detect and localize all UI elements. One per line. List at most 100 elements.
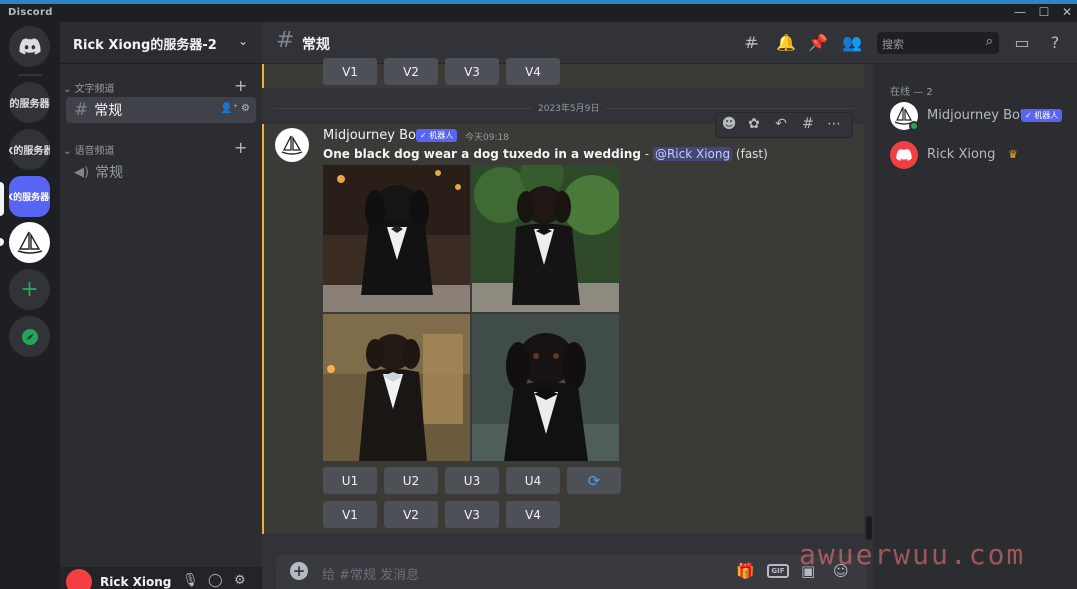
chat-main: # 常规 #̶ 🔔 📌 👥 搜索 ⌕ ▭ ? V1 V2 V3 V4 2023年… <box>262 22 1077 589</box>
avatar[interactable] <box>275 128 309 162</box>
app-brand: Discord <box>8 7 53 18</box>
online-status-dot <box>909 121 919 131</box>
server-icon-active[interactable]: X的服务器- <box>9 176 50 217</box>
search-icon: ⌕ <box>985 34 993 49</box>
gift-icon[interactable]: 🎁 <box>736 562 755 580</box>
settings-gear-icon[interactable]: ⚙ <box>234 573 246 588</box>
search-placeholder: 搜索 <box>882 38 904 51</box>
server-rail: 的服务器 X的服务器 X的服务器- + <box>0 22 60 589</box>
add-reaction-icon[interactable]: ☻ <box>719 116 739 132</box>
image-grid[interactable] <box>323 165 619 461</box>
crown-icon: ♛ <box>1008 148 1018 161</box>
channel-item-voice[interactable]: ◀) 常规 <box>66 159 256 185</box>
user-name: Rick Xiong <box>100 575 172 589</box>
variation-button[interactable]: V4 <box>506 58 560 85</box>
server-icon-1[interactable]: 的服务器 <box>9 82 50 123</box>
variation-button[interactable]: V2 <box>384 501 438 528</box>
minimize-button[interactable]: — <box>1012 5 1028 19</box>
category-label: 文字频道 <box>74 84 115 95</box>
generated-image-1[interactable] <box>323 165 470 312</box>
maximize-button[interactable]: ☐ <box>1036 5 1052 19</box>
notification-bell-icon[interactable]: 🔔 <box>776 33 796 52</box>
channel-label: 常规 <box>95 165 124 181</box>
message-composer[interactable]: + 给 #常规 发消息 🎁 GIF ▣ ☺ <box>276 554 866 589</box>
avatar[interactable] <box>66 569 92 589</box>
variation-button[interactable]: V3 <box>445 501 499 528</box>
online-heading: 在线 — 2 <box>890 87 933 98</box>
more-options-icon[interactable]: ⋯ <box>824 116 844 132</box>
message-author[interactable]: Midjourney Bot <box>323 128 421 143</box>
variation-button[interactable]: V1 <box>323 501 377 528</box>
unread-server-pill <box>0 238 4 246</box>
create-channel-icon[interactable]: + <box>234 138 247 157</box>
variation-button[interactable]: V2 <box>384 58 438 85</box>
category-voice-channels[interactable]: ⌄ 语音频道 + <box>63 138 247 157</box>
user-panel: Rick Xiong 🎙 ◯ ⚙ <box>60 567 262 589</box>
discord-home-icon[interactable] <box>9 26 50 67</box>
add-server-icon[interactable]: + <box>9 269 50 310</box>
server-icon-2[interactable]: X的服务器 <box>9 129 50 170</box>
search-input[interactable]: 搜索 ⌕ <box>877 32 999 54</box>
microphone-icon[interactable]: 🎙 <box>182 573 199 588</box>
pin-icon[interactable]: 📌 <box>808 33 828 52</box>
message-timestamp: 今天09:18 <box>465 133 509 143</box>
attach-plus-icon[interactable]: + <box>290 562 308 580</box>
category-chevron-icon: ⌄ <box>63 84 75 95</box>
help-icon[interactable]: ? <box>1045 33 1065 52</box>
hash-icon: # <box>276 28 295 53</box>
upscale-button[interactable]: U1 <box>323 467 377 494</box>
title-bar: Discord — ☐ ✕ <box>0 4 1077 22</box>
upscale-button[interactable]: U3 <box>445 467 499 494</box>
create-thread-icon[interactable]: # <box>798 116 818 132</box>
watermark: awuerwuu.com <box>799 538 1026 571</box>
compass-explore-icon[interactable] <box>9 316 50 357</box>
midjourney-sailboat-icon[interactable] <box>9 222 50 263</box>
category-label: 语音频道 <box>74 146 115 157</box>
channel-label: 常规 <box>94 103 123 119</box>
message-content: One black dog wear a dog tuxedo in a wed… <box>323 147 768 161</box>
variation-button[interactable]: V4 <box>506 501 560 528</box>
chevron-down-icon[interactable]: ⌄ <box>238 34 248 48</box>
channel-sidebar: Rick Xiong的服务器-2 ⌄ ⌄ 文字频道 + # 常规 👤⁺ ⚙ ⌄ … <box>60 22 262 589</box>
generated-image-2[interactable] <box>472 165 619 312</box>
generation-mode: (fast) <box>732 147 768 161</box>
threads-icon[interactable]: #̶ <box>741 33 761 52</box>
reroll-button[interactable]: ⟳ <box>567 467 621 494</box>
hash-icon: # <box>74 100 89 120</box>
generated-image-4[interactable] <box>472 314 619 461</box>
prompt-separator: - <box>640 147 653 161</box>
member-name: Rick Xiong <box>927 147 996 162</box>
headset-icon[interactable]: ◯ <box>208 573 223 588</box>
variation-button[interactable]: V1 <box>323 58 377 85</box>
guild-header[interactable]: Rick Xiong的服务器-2 ⌄ <box>60 22 262 64</box>
previous-message-highlight: V1 V2 V3 V4 <box>262 58 864 88</box>
date-divider: 2023年5月9日 <box>274 101 854 114</box>
discord-app: Discord — ☐ ✕ 的服务器 X的服务器 X的服务器- + Rick X… <box>0 0 1077 589</box>
avatar <box>890 141 918 169</box>
member-name: Midjourney Bot <box>927 108 1026 123</box>
chat-scrollbar[interactable] <box>866 516 872 540</box>
generated-image-3[interactable] <box>323 314 470 461</box>
message-input[interactable]: 给 #常规 发消息 <box>322 564 419 583</box>
member-list: 在线 — 2 Midjourney Bot ✓ 机器人 Rick Xiong ♛ <box>873 64 1077 589</box>
category-chevron-icon: ⌄ <box>63 146 75 157</box>
inbox-icon[interactable]: ▭ <box>1012 33 1032 52</box>
category-text-channels[interactable]: ⌄ 文字频道 + <box>63 76 247 95</box>
apps-icon[interactable]: ✿ <box>744 116 764 132</box>
variation-button[interactable]: V3 <box>445 58 499 85</box>
user-mention[interactable]: @Rick Xiong <box>652 147 733 161</box>
channel-item-general[interactable]: # 常规 👤⁺ ⚙ <box>66 97 256 123</box>
speaker-icon: ◀) <box>74 164 90 180</box>
upscale-button[interactable]: U2 <box>384 467 438 494</box>
upscale-button[interactable]: U4 <box>506 467 560 494</box>
member-item[interactable]: Midjourney Bot ✓ 机器人 <box>890 102 1070 134</box>
create-channel-icon[interactable]: + <box>234 76 247 95</box>
reply-icon[interactable]: ↶ <box>771 116 791 132</box>
close-button[interactable]: ✕ <box>1059 5 1075 19</box>
gif-icon[interactable]: GIF <box>767 564 789 578</box>
refresh-icon: ⟳ <box>587 471 601 490</box>
bot-badge: ✓ 机器人 <box>416 129 458 142</box>
member-item[interactable]: Rick Xiong ♛ <box>890 141 1070 173</box>
member-list-icon[interactable]: 👥 <box>842 33 862 52</box>
channel-settings-icons[interactable]: 👤⁺ ⚙ <box>220 103 250 114</box>
